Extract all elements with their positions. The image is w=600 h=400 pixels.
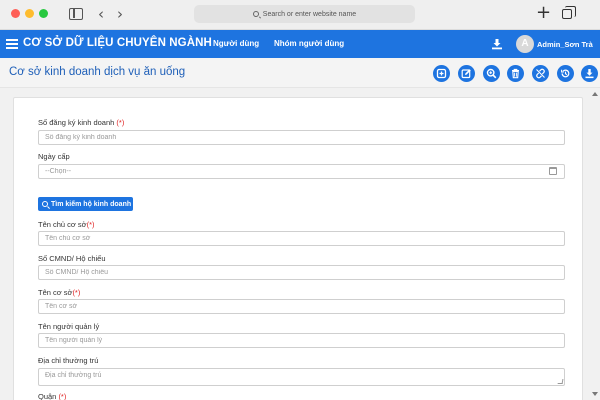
nav-link-users[interactable]: Người dùng — [213, 39, 259, 48]
nav-link-user-groups[interactable]: Nhóm người dùng — [274, 39, 344, 48]
calendar-icon[interactable] — [549, 167, 557, 175]
search-household-business-button[interactable]: Tìm kiếm hộ kinh doanh — [38, 197, 133, 211]
search-household-business-label: Tìm kiếm hộ kinh doanh — [51, 200, 132, 208]
export-button[interactable] — [581, 65, 598, 82]
facility-name-input[interactable] — [38, 299, 565, 314]
download-icon — [585, 69, 594, 79]
address-bar[interactable]: Search or enter website name — [194, 5, 415, 23]
app-title[interactable]: CƠ SỞ DỮ LIỆU CHUYÊN NGÀNH — [23, 37, 212, 49]
owner-input[interactable] — [38, 231, 565, 246]
history-icon — [561, 69, 570, 78]
menu-icon[interactable] — [6, 39, 18, 49]
sidebar-toggle-icon[interactable] — [69, 8, 83, 20]
back-arrow-icon[interactable]: ‹ — [98, 6, 104, 22]
browser-toolbar: ‹ › Search or enter website name + — [0, 0, 600, 30]
user-name[interactable]: Admin_Sơn Trà — [537, 40, 593, 49]
edit-icon — [461, 69, 471, 79]
delete-icon — [512, 68, 519, 79]
search-icon — [486, 68, 497, 79]
delete-button[interactable] — [507, 65, 524, 82]
manager-label: Tên người quản lý — [38, 322, 100, 331]
scroll-down-arrow-icon[interactable] — [592, 392, 598, 396]
page-title: Cơ sở kinh doanh dịch vụ ăn uống — [9, 66, 186, 78]
page-header: Cơ sở kinh doanh dịch vụ ăn uống — [0, 58, 600, 88]
app-navbar: CƠ SỞ DỮ LIỆU CHUYÊN NGÀNH Người dùng Nh… — [0, 30, 600, 58]
unlink-button[interactable] — [532, 65, 549, 82]
edit-button[interactable] — [458, 65, 475, 82]
issue-date-picker[interactable] — [38, 164, 565, 179]
forward-arrow-icon[interactable]: › — [117, 6, 123, 22]
facility-name-label: Tên cơ sở(*) — [38, 288, 81, 297]
avatar[interactable]: A — [516, 35, 534, 53]
unlink-icon — [536, 68, 545, 79]
new-tab-icon[interactable]: + — [536, 4, 551, 22]
id-number-input[interactable] — [38, 265, 565, 280]
resize-handle[interactable] — [557, 379, 564, 384]
business-reg-label: Số đăng ký kinh doanh (*) — [38, 118, 125, 127]
issue-date-label: Ngày cấp — [38, 152, 70, 161]
add-button[interactable] — [433, 65, 450, 82]
search-button[interactable] — [483, 65, 500, 82]
maximize-window-button[interactable] — [39, 9, 48, 18]
download-icon[interactable] — [491, 38, 503, 50]
tab-overview-icon[interactable] — [562, 6, 576, 19]
add-icon — [436, 68, 447, 79]
search-icon — [252, 11, 259, 17]
page-scrollbar[interactable] — [591, 88, 600, 400]
address-bar-placeholder: Search or enter website name — [262, 10, 357, 18]
district-label: Quận (*) — [38, 392, 67, 400]
manager-input[interactable] — [38, 333, 565, 348]
scroll-up-arrow-icon[interactable] — [592, 92, 598, 96]
address-placeholder: Địa chỉ thường trú — [45, 372, 102, 379]
close-window-button[interactable] — [11, 9, 20, 18]
history-button[interactable] — [557, 65, 574, 82]
address-label: Địa chỉ thường trú — [38, 356, 99, 365]
minimize-window-button[interactable] — [25, 9, 34, 18]
business-reg-input[interactable] — [38, 130, 565, 145]
id-number-label: Số CMND/ Hộ chiếu — [38, 254, 106, 263]
address-textarea[interactable]: Địa chỉ thường trú — [38, 368, 565, 386]
owner-label: Tên chủ cơ sở(*) — [38, 220, 95, 229]
search-icon — [42, 201, 48, 207]
